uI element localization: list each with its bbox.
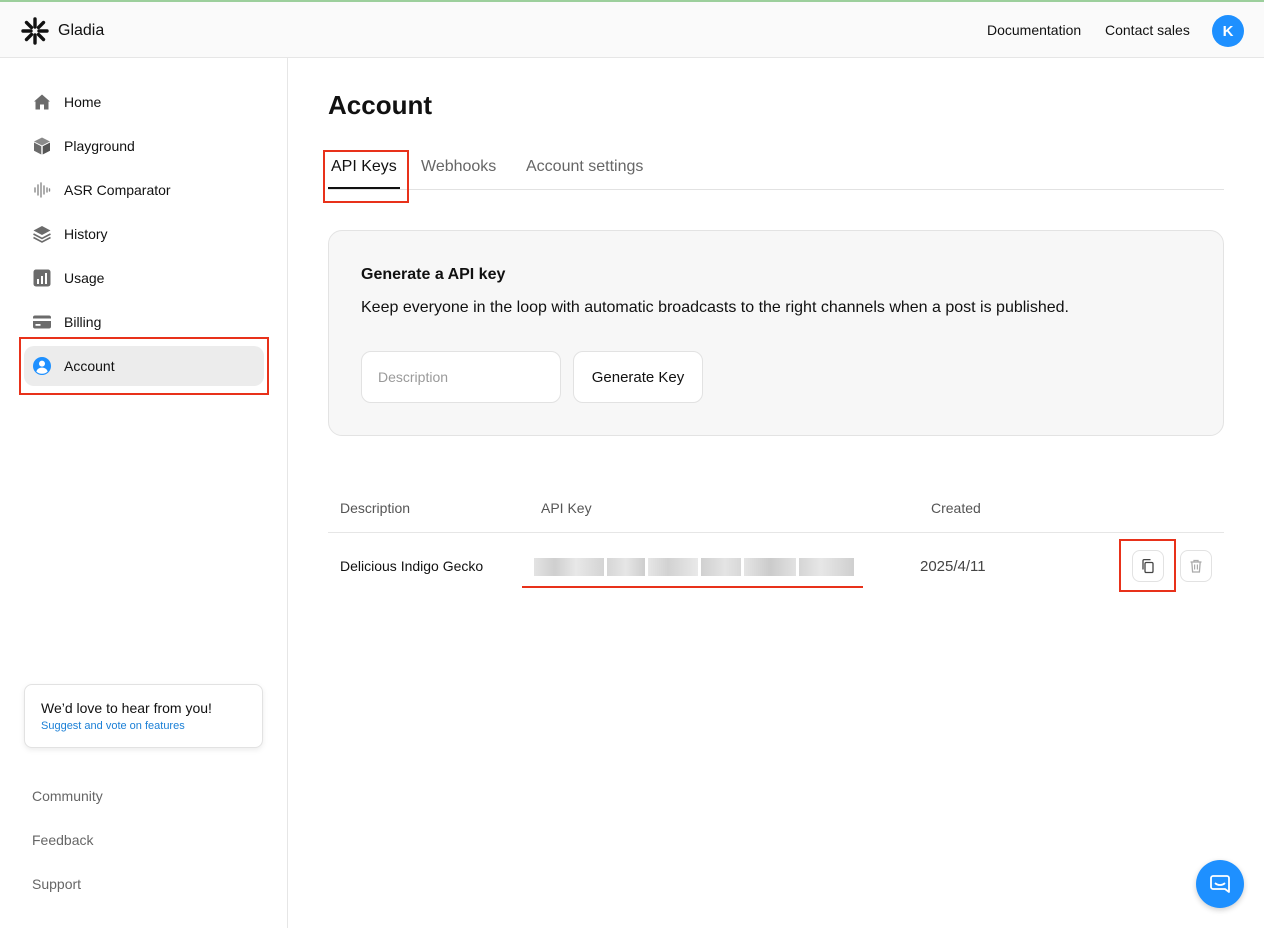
tab-bar: API Keys Webhooks Account settings bbox=[328, 150, 1224, 190]
avatar[interactable]: K bbox=[1212, 15, 1244, 47]
sidebar-item-playground[interactable]: Playground bbox=[24, 126, 264, 166]
api-key-underline-annotation bbox=[522, 586, 863, 588]
api-keys-tab-highlight-box bbox=[323, 150, 409, 203]
table-header: Description API Key Created bbox=[328, 484, 1224, 533]
chat-bubble-icon bbox=[1210, 875, 1230, 893]
sidebar-item-history[interactable]: History bbox=[24, 214, 264, 254]
chat-support-button[interactable] bbox=[1196, 860, 1244, 908]
generate-key-card: Generate a API key Keep everyone in the … bbox=[328, 230, 1224, 436]
sidebar-item-home[interactable]: Home bbox=[24, 82, 264, 122]
feedback-link[interactable]: Feedback bbox=[32, 832, 93, 848]
suggest-features-link[interactable]: Suggest and vote on features bbox=[41, 720, 262, 732]
column-header-created: Created bbox=[931, 500, 981, 516]
credit-card-icon bbox=[32, 312, 52, 332]
documentation-link[interactable]: Documentation bbox=[987, 22, 1081, 38]
row-created-date: 2025/4/11 bbox=[920, 558, 986, 575]
gladia-logo[interactable]: Gladia bbox=[20, 16, 104, 46]
feedback-title: We’d love to hear from you! bbox=[41, 700, 212, 716]
layers-icon bbox=[32, 224, 52, 244]
bar-chart-icon bbox=[32, 268, 52, 288]
delete-key-button[interactable] bbox=[1180, 550, 1212, 582]
copy-button-highlight-box bbox=[1119, 539, 1176, 592]
brand-name: Gladia bbox=[58, 22, 105, 39]
sidebar-item-label: ASR Comparator bbox=[64, 182, 171, 198]
sidebar-item-billing[interactable]: Billing bbox=[24, 302, 264, 342]
sidebar-item-label: History bbox=[64, 226, 108, 242]
sidebar-item-label: Billing bbox=[64, 314, 102, 330]
api-key-redacted bbox=[534, 556, 858, 578]
home-icon bbox=[32, 92, 52, 112]
sidebar-item-label: Usage bbox=[64, 270, 105, 286]
account-highlight-box bbox=[19, 337, 269, 395]
feedback-card[interactable]: We’d love to hear from you! Suggest and … bbox=[24, 684, 263, 748]
generate-key-button[interactable]: Generate Key bbox=[573, 351, 703, 403]
column-header-description: Description bbox=[340, 500, 411, 516]
top-bar: Gladia Documentation Contact sales K bbox=[0, 0, 1264, 58]
tab-webhooks[interactable]: Webhooks bbox=[421, 158, 496, 176]
tab-account-settings[interactable]: Account settings bbox=[526, 158, 643, 176]
trash-icon bbox=[1190, 559, 1202, 573]
generate-key-description: Keep everyone in the loop with automatic… bbox=[361, 299, 1069, 316]
description-input[interactable] bbox=[361, 351, 561, 403]
cube-icon bbox=[32, 136, 52, 156]
generate-key-title: Generate a API key bbox=[361, 266, 506, 283]
row-description: Delicious Indigo Gecko bbox=[340, 558, 484, 574]
contact-sales-link[interactable]: Contact sales bbox=[1105, 22, 1190, 38]
sidebar-item-asr-comparator[interactable]: ASR Comparator bbox=[24, 170, 264, 210]
sidebar-item-label: Playground bbox=[64, 138, 135, 154]
page-title: Account bbox=[328, 90, 432, 120]
community-link[interactable]: Community bbox=[32, 788, 103, 804]
column-header-api-key: API Key bbox=[541, 500, 592, 516]
gladia-logo-icon bbox=[21, 17, 49, 45]
sidebar-item-label: Home bbox=[64, 94, 102, 110]
waveform-icon bbox=[32, 180, 52, 200]
sidebar: Home Playground ASR Comparator History U… bbox=[0, 58, 288, 928]
support-link[interactable]: Support bbox=[32, 876, 81, 892]
sidebar-item-usage[interactable]: Usage bbox=[24, 258, 264, 298]
